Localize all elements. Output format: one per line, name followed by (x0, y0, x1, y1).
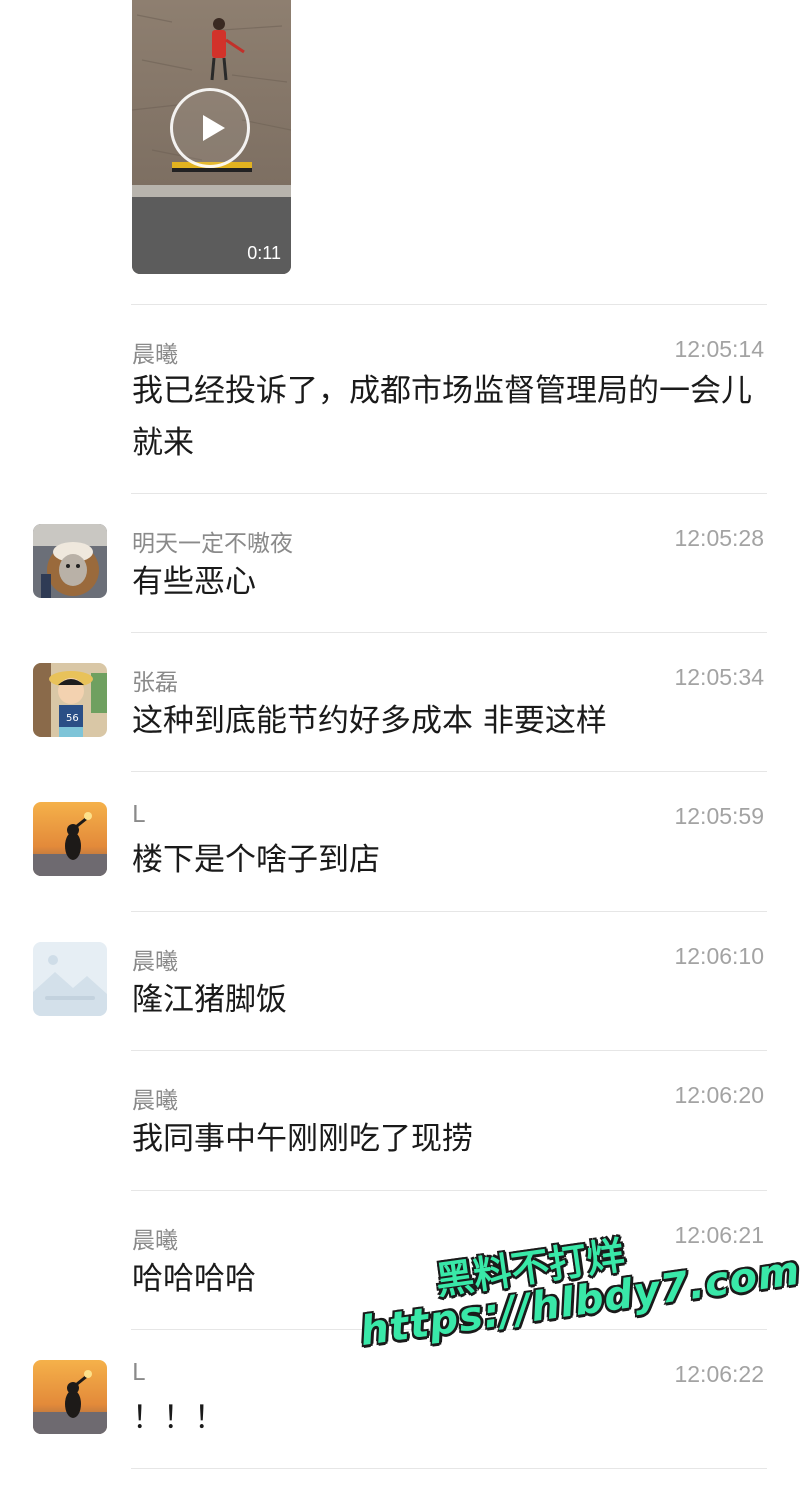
video-duration: 0:11 (247, 243, 281, 263)
sender-name: 明天一定不嗷夜 (132, 531, 293, 557)
monkey-avatar[interactable] (33, 524, 107, 598)
message-item[interactable]: L 12:05:59 楼下是个啥子到店 (0, 772, 800, 911)
sender-name: L (132, 802, 145, 828)
message-text: ！！！ (132, 1400, 225, 1436)
divider (131, 1468, 767, 1469)
message-item[interactable]: 晨曦 12:06:21 哈哈哈哈 (0, 1191, 800, 1329)
message-text: 哈哈哈哈 (132, 1261, 256, 1297)
message-text: 楼下是个啥子到店 (132, 842, 380, 878)
message-time: 12:06:20 (674, 1082, 764, 1108)
play-button[interactable] (170, 88, 250, 168)
message-text: 我同事中午刚刚吃了现捞 (132, 1121, 473, 1157)
message-time: 12:06:10 (674, 943, 764, 969)
message-time: 12:06:21 (674, 1222, 764, 1248)
sender-name: 晨曦 (132, 1228, 178, 1254)
message-time: 12:05:14 (674, 336, 764, 362)
message-time: 12:05:28 (674, 525, 764, 551)
message-item[interactable]: 明天一定不嗷夜 12:05:28 有些恶心 (0, 494, 800, 632)
message-time: 12:05:34 (674, 664, 764, 690)
sender-name: 晨曦 (132, 1088, 178, 1114)
sender-name: 晨曦 (132, 949, 178, 975)
message-text: 这种到底能节约好多成本 非要这样 (132, 703, 607, 739)
chat-history-page: 0:11 晨曦 12:05:14 我已经投诉了，成都市场监督管理局的一会儿就来 … (0, 0, 800, 1497)
sunset-girl-avatar[interactable] (33, 802, 107, 876)
message-text: 隆江猪脚饭 (132, 982, 287, 1018)
message-time: 12:06:22 (674, 1361, 764, 1387)
svg-text:56: 56 (66, 713, 79, 724)
message-time: 12:05:59 (674, 803, 764, 829)
sender-name: L (132, 1360, 145, 1386)
cartoon-boy-avatar[interactable]: 56 (33, 663, 107, 737)
message-text: 有些恶心 (132, 564, 256, 600)
message-item[interactable]: 晨曦 12:06:10 隆江猪脚饭 (0, 912, 800, 1050)
sender-name: 晨曦 (132, 342, 178, 368)
message-item[interactable]: 晨曦 12:06:20 我同事中午刚刚吃了现捞 (0, 1051, 800, 1190)
sender-name: 张磊 (132, 670, 178, 696)
message-item[interactable]: 56 张磊 12:05:34 这种到底能节约好多成本 非要这样 (0, 633, 800, 771)
landscape-placeholder-avatar[interactable] (33, 942, 107, 1016)
message-text: 我已经投诉了，成都市场监督管理局的一会儿就来 (132, 373, 752, 461)
message-item[interactable]: 晨曦 12:05:14 我已经投诉了，成都市场监督管理局的一会儿就来 (0, 305, 800, 493)
play-icon (203, 115, 225, 141)
sunset-girl-avatar[interactable] (33, 1360, 107, 1434)
video-message-thumbnail[interactable]: 0:11 (132, 0, 291, 274)
message-item[interactable]: L 12:06:22 ！！！ (0, 1330, 800, 1468)
